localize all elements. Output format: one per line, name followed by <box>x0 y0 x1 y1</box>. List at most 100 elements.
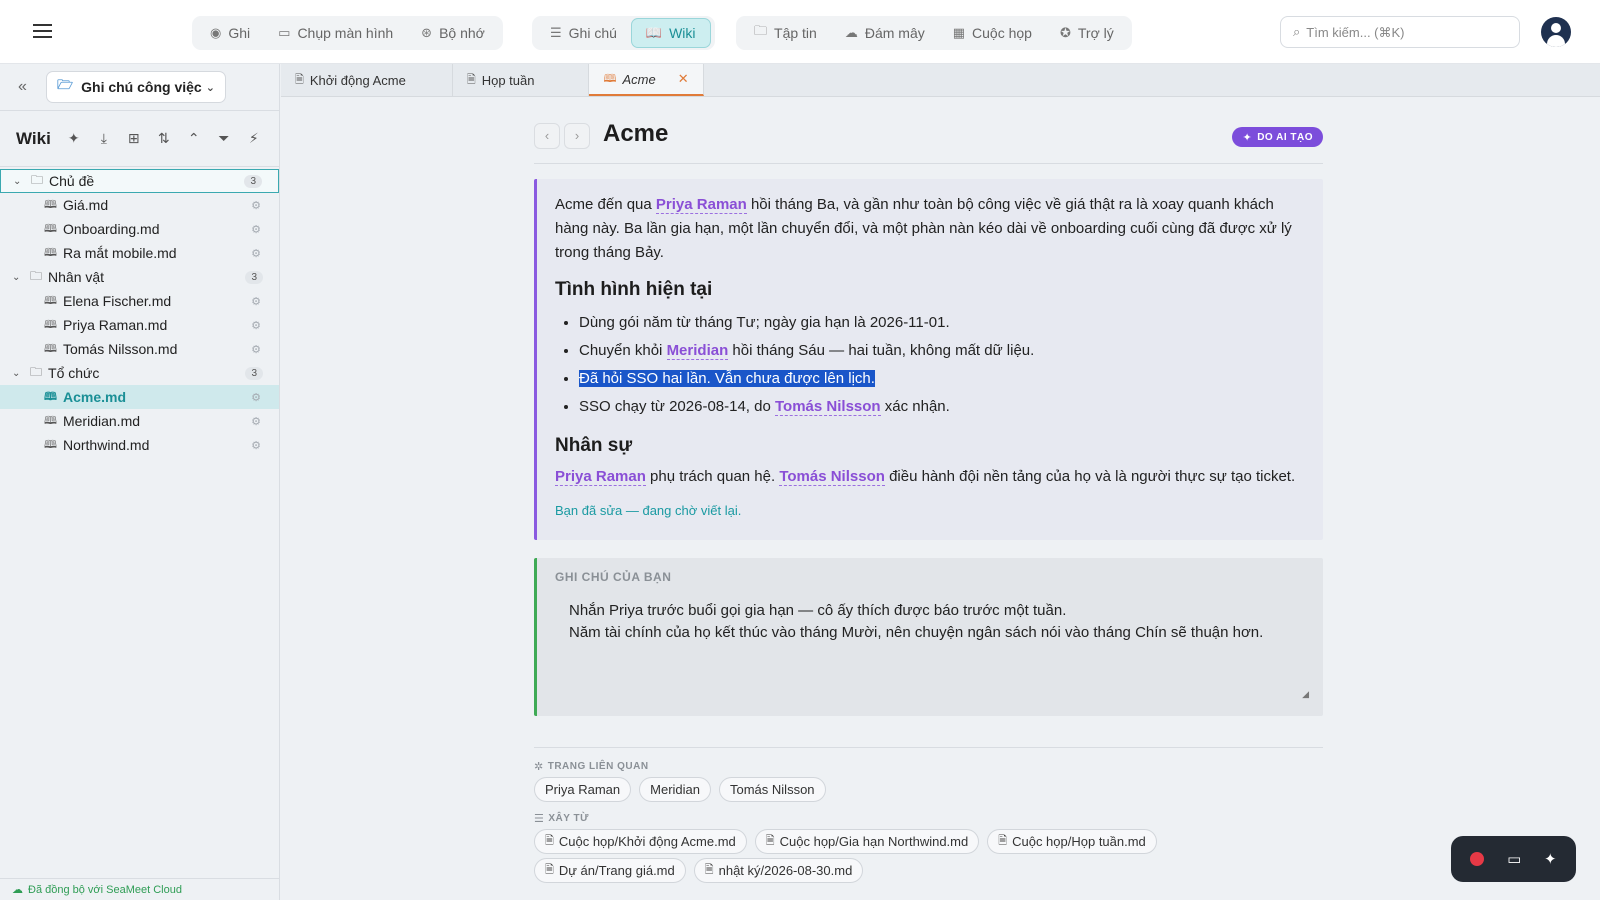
gear-icon[interactable]: ⚙ <box>251 319 261 332</box>
book-icon: 🕮 <box>44 198 57 211</box>
tab-acme[interactable]: 🕮 Acme ✕ <box>589 64 704 96</box>
wiki-link[interactable]: Priya Raman <box>555 468 646 486</box>
tree-file[interactable]: 🕮 Giá.md ⚙ <box>0 193 279 217</box>
memory-icon: ⊛ <box>421 25 433 40</box>
wiki-link[interactable]: Meridian <box>666 342 729 360</box>
wiki-section-title: Wiki <box>16 128 51 148</box>
gear-icon[interactable]: ⚙ <box>251 439 261 452</box>
wiki-link[interactable]: Tomás Nilsson <box>779 468 885 486</box>
book-icon: 🕮 <box>44 390 57 403</box>
document-icon: 🗎 <box>998 835 1008 847</box>
tab-bar: 🗎 Khởi động Acme 🗎 Họp tuần 🕮 Acme ✕ <box>281 64 1600 97</box>
gear-icon[interactable]: ⚙ <box>251 223 261 236</box>
related-chip[interactable]: Tomás Nilsson <box>719 777 826 802</box>
ai-generate-icon[interactable]: ✦ <box>59 130 89 147</box>
tree-file[interactable]: 🕮 Meridian.md ⚙ <box>0 409 279 433</box>
nav-notes-button[interactable]: ☰ Ghi chú <box>536 18 631 48</box>
source-chip[interactable]: 🗎 Cuộc họp/Gia hạn Northwind.md <box>754 829 980 854</box>
nav-record-button[interactable]: ◉ Ghi <box>196 18 264 48</box>
gear-icon[interactable]: ⚙ <box>251 247 261 260</box>
nav-cloud-button[interactable]: ☁ Đám mây <box>831 18 939 48</box>
tree-file[interactable]: 🕮 Elena Fischer.md ⚙ <box>0 289 279 313</box>
sort-icon[interactable]: ⇅ <box>149 130 179 147</box>
search-box[interactable]: ⌕ <box>1280 16 1520 48</box>
wiki-toolbar: Wiki ✦ ⤓ ⊞ ⇅ ⌃ ⏷ ⚡ <box>0 111 279 167</box>
sync-status: ☁ Đã đồng bộ với SeaMeet Cloud <box>0 878 279 900</box>
your-notes-textarea[interactable] <box>555 598 1315 698</box>
book-icon: 🕮 <box>44 222 57 235</box>
gear-icon[interactable]: ⚙ <box>251 343 261 356</box>
gear-icon[interactable]: ⚙ <box>251 415 261 428</box>
lightning-icon[interactable]: ⚡ <box>239 130 269 147</box>
source-chip[interactable]: 🗎 Dự án/Trang giá.md <box>534 858 686 883</box>
files-icon: 🗀 <box>754 23 768 38</box>
gear-icon[interactable]: ⚙ <box>251 391 261 404</box>
tree-folder-people[interactable]: ⌄ 🗀 Nhân vật 3 <box>0 265 279 289</box>
source-chip[interactable]: 🗎 nhật ký/2026-08-30.md <box>693 858 864 883</box>
wiki-link[interactable]: Priya Raman <box>655 196 747 214</box>
selected-text[interactable]: Đã hỏi SSO hai lần. Vẫn chưa được lên lị… <box>579 370 875 387</box>
page-header: ‹ › Acme ✦ DO AI TẠO <box>534 98 1323 164</box>
filter-icon[interactable]: ⏷ <box>209 130 239 147</box>
close-icon[interactable]: ✕ <box>678 71 689 87</box>
folder-icon: 🗀 <box>30 268 43 283</box>
source-chip[interactable]: 🗎 Cuộc họp/Họp tuần.md <box>987 829 1157 854</box>
sparkle-icon[interactable]: ✦ <box>1544 850 1557 868</box>
tree-file[interactable]: 🕮 Priya Raman.md ⚙ <box>0 313 279 337</box>
tree-file[interactable]: 🕮 Onboarding.md ⚙ <box>0 217 279 241</box>
back-arrow-icon[interactable]: ‹ <box>534 123 560 149</box>
new-folder-icon[interactable]: ⊞ <box>119 130 149 147</box>
sparkle-icon: ✦ <box>1242 131 1253 144</box>
sidebar: « 🗁 Ghi chú công việc ⌄ Wiki ✦ ⤓ ⊞ ⇅ ⌃ ⏷… <box>0 64 280 900</box>
tree-file-active[interactable]: 🕮 Acme.md ⚙ <box>0 385 279 409</box>
folder-open-icon: 🗁 <box>57 77 74 92</box>
link-icon: ✲ <box>534 761 544 773</box>
nav-meetings-button[interactable]: ▦ Cuộc họp <box>939 18 1046 48</box>
document-icon: 🗎 <box>295 73 304 86</box>
chevron-down-icon[interactable]: ⌄ <box>12 368 26 379</box>
tree-file[interactable]: 🕮 Tomás Nilsson.md ⚙ <box>0 337 279 361</box>
nav-memory-button[interactable]: ⊛ Bộ nhớ <box>407 18 499 48</box>
tab-weekly-meeting[interactable]: 🗎 Họp tuần <box>453 64 590 96</box>
status-list: Dùng gói năm từ tháng Tư; ngày gia hạn l… <box>579 309 1305 421</box>
record-button[interactable] <box>1470 852 1485 866</box>
nav-wiki-button[interactable]: 📖 Wiki <box>630 18 711 48</box>
heading-current-status: Tình hình hiện tại <box>555 279 713 300</box>
forward-arrow-icon[interactable]: › <box>564 123 590 149</box>
source-chips: 🗎 Cuộc họp/Khởi động Acme.md 🗎 Cuộc họp/Gi… <box>534 829 1323 887</box>
count-badge: 3 <box>245 270 263 284</box>
hamburger-menu-icon[interactable] <box>22 20 62 44</box>
book-icon: 🕮 <box>44 246 57 259</box>
heading-people: Nhân sự <box>555 435 633 456</box>
tree-folder-organizations[interactable]: ⌄ 🗀 Tổ chức 3 <box>0 361 279 385</box>
main-content: ‹ › Acme ✦ DO AI TẠO Acme đến qua Priya R… <box>281 98 1600 900</box>
source-chip[interactable]: 🗎 Cuộc họp/Khởi động Acme.md <box>534 829 747 854</box>
collapse-sidebar-icon[interactable]: « <box>18 78 40 96</box>
download-icon[interactable]: ⤓ <box>89 130 119 147</box>
nav-assistant-button[interactable]: ✪ Trợ lý <box>1046 18 1128 48</box>
related-pages-label: ✲ TRANG LIÊN QUAN <box>534 761 649 773</box>
collapse-all-icon[interactable]: ⌃ <box>179 130 209 147</box>
gear-icon[interactable]: ⚙ <box>251 295 261 308</box>
article-body: Acme đến qua Priya Raman hồi tháng Ba, v… <box>534 179 1323 540</box>
tree-file[interactable]: 🕮 Northwind.md ⚙ <box>0 433 279 457</box>
nav-screenshot-button[interactable]: ▭ Chụp màn hình <box>264 18 407 48</box>
resize-handle-icon[interactable]: ◢ <box>1302 689 1309 700</box>
gear-icon[interactable]: ⚙ <box>251 199 261 212</box>
chevron-down-icon[interactable]: ⌄ <box>12 272 26 283</box>
related-chip[interactable]: Priya Raman <box>534 777 632 802</box>
search-input[interactable] <box>1306 24 1507 40</box>
nav-files-button[interactable]: 🗀 Tập tin <box>740 18 831 48</box>
wiki-link[interactable]: Tomás Nilsson <box>775 398 881 416</box>
book-icon: 🕮 <box>44 294 57 307</box>
workspace-select[interactable]: 🗁 Ghi chú công việc ⌄ <box>46 71 226 103</box>
tree-folder-topics[interactable]: ⌄ 🗀 Chủ đề 3 <box>0 169 279 193</box>
tree-file[interactable]: 🕮 Ra mắt mobile.md ⚙ <box>0 241 279 265</box>
workspace-name: Ghi chú công việc <box>81 79 202 95</box>
tab-acme-kickoff[interactable]: 🗎 Khởi động Acme <box>281 64 453 96</box>
screen-icon[interactable]: ▭ <box>1507 850 1521 868</box>
related-chip[interactable]: Meridian <box>639 777 711 802</box>
user-avatar-icon[interactable] <box>1541 17 1571 47</box>
nav-group-workspace: 🗀 Tập tin ☁ Đám mây ▦ Cuộc họp ✪ Trợ lý <box>736 16 1132 50</box>
chevron-down-icon[interactable]: ⌄ <box>13 176 27 187</box>
